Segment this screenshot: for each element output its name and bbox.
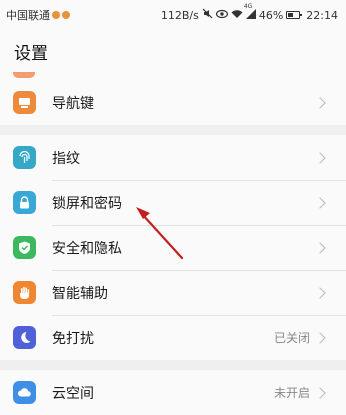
settings-item-cloud-space[interactable]: 云空间 未开启 xyxy=(0,370,346,415)
settings-item-label: 智能辅助 xyxy=(52,285,108,302)
settings-item-label: 安全和隐私 xyxy=(52,240,122,257)
settings-group-security: 指纹 锁屏和密码 安全和隐私 智能辅助 免打扰 已关闭 xyxy=(0,135,346,360)
settings-item-label: 导航键 xyxy=(52,95,94,112)
chevron-right-icon xyxy=(314,331,326,344)
network-speed: 112B/s xyxy=(160,8,199,22)
clock: 22:14 xyxy=(306,8,338,22)
chevron-right-icon xyxy=(314,196,326,209)
carrier-badge-icon xyxy=(52,11,60,19)
moon-icon xyxy=(13,326,36,349)
mute-icon xyxy=(202,8,213,22)
settings-item-value: 已关闭 xyxy=(273,331,310,345)
signal-icon: 4G xyxy=(244,3,256,22)
scrolled-item-icon xyxy=(13,72,35,78)
status-left: 中国联通 xyxy=(6,7,70,23)
eye-icon xyxy=(215,9,228,22)
chevron-right-icon xyxy=(314,286,326,299)
hand-icon xyxy=(13,281,36,304)
navigation-key-icon xyxy=(13,91,36,114)
settings-item-label: 指纹 xyxy=(52,150,80,167)
settings-item-value: 未开启 xyxy=(273,386,310,400)
group-divider xyxy=(0,125,346,135)
settings-item-navigation-key[interactable]: 导航键 xyxy=(0,80,346,125)
page-title-bar: 设置 xyxy=(0,30,346,72)
settings-item-fingerprint[interactable]: 指纹 xyxy=(0,135,346,180)
settings-item-smart-assist[interactable]: 智能辅助 xyxy=(0,270,346,315)
chevron-right-icon xyxy=(314,386,326,399)
carrier-text: 中国联通 xyxy=(6,9,50,22)
settings-group-cloud: 云空间 未开启 xyxy=(0,370,346,415)
signal-label: 4G xyxy=(243,2,253,10)
battery-fill xyxy=(288,13,293,17)
status-right: 112B/s 4G 46% 22:14 xyxy=(160,3,338,22)
carrier-badge-icon xyxy=(62,11,70,19)
chevron-right-icon xyxy=(314,151,326,164)
battery-icon xyxy=(286,11,303,19)
fingerprint-icon xyxy=(13,146,36,169)
settings-item-label: 锁屏和密码 xyxy=(52,195,122,212)
lock-icon xyxy=(13,191,36,214)
scrolled-item-peek xyxy=(0,72,346,80)
settings-item-security-privacy[interactable]: 安全和隐私 xyxy=(0,225,346,270)
settings-item-lock-screen-password[interactable]: 锁屏和密码 xyxy=(0,180,346,225)
chevron-right-icon xyxy=(314,241,326,254)
page-title: 设置 xyxy=(14,43,48,64)
battery-percent: 46% xyxy=(258,8,284,22)
settings-item-do-not-disturb[interactable]: 免打扰 已关闭 xyxy=(0,315,346,360)
wifi-icon xyxy=(231,9,243,22)
status-bar: 中国联通 112B/s 4G 46% 22:14 xyxy=(0,0,346,30)
settings-item-label: 云空间 xyxy=(52,385,94,402)
settings-item-label: 免打扰 xyxy=(52,330,94,347)
settings-group-navigation: 导航键 xyxy=(0,72,346,125)
chevron-right-icon xyxy=(314,96,326,109)
group-divider xyxy=(0,360,346,370)
shield-check-icon xyxy=(13,236,36,259)
cloud-icon xyxy=(13,381,36,404)
